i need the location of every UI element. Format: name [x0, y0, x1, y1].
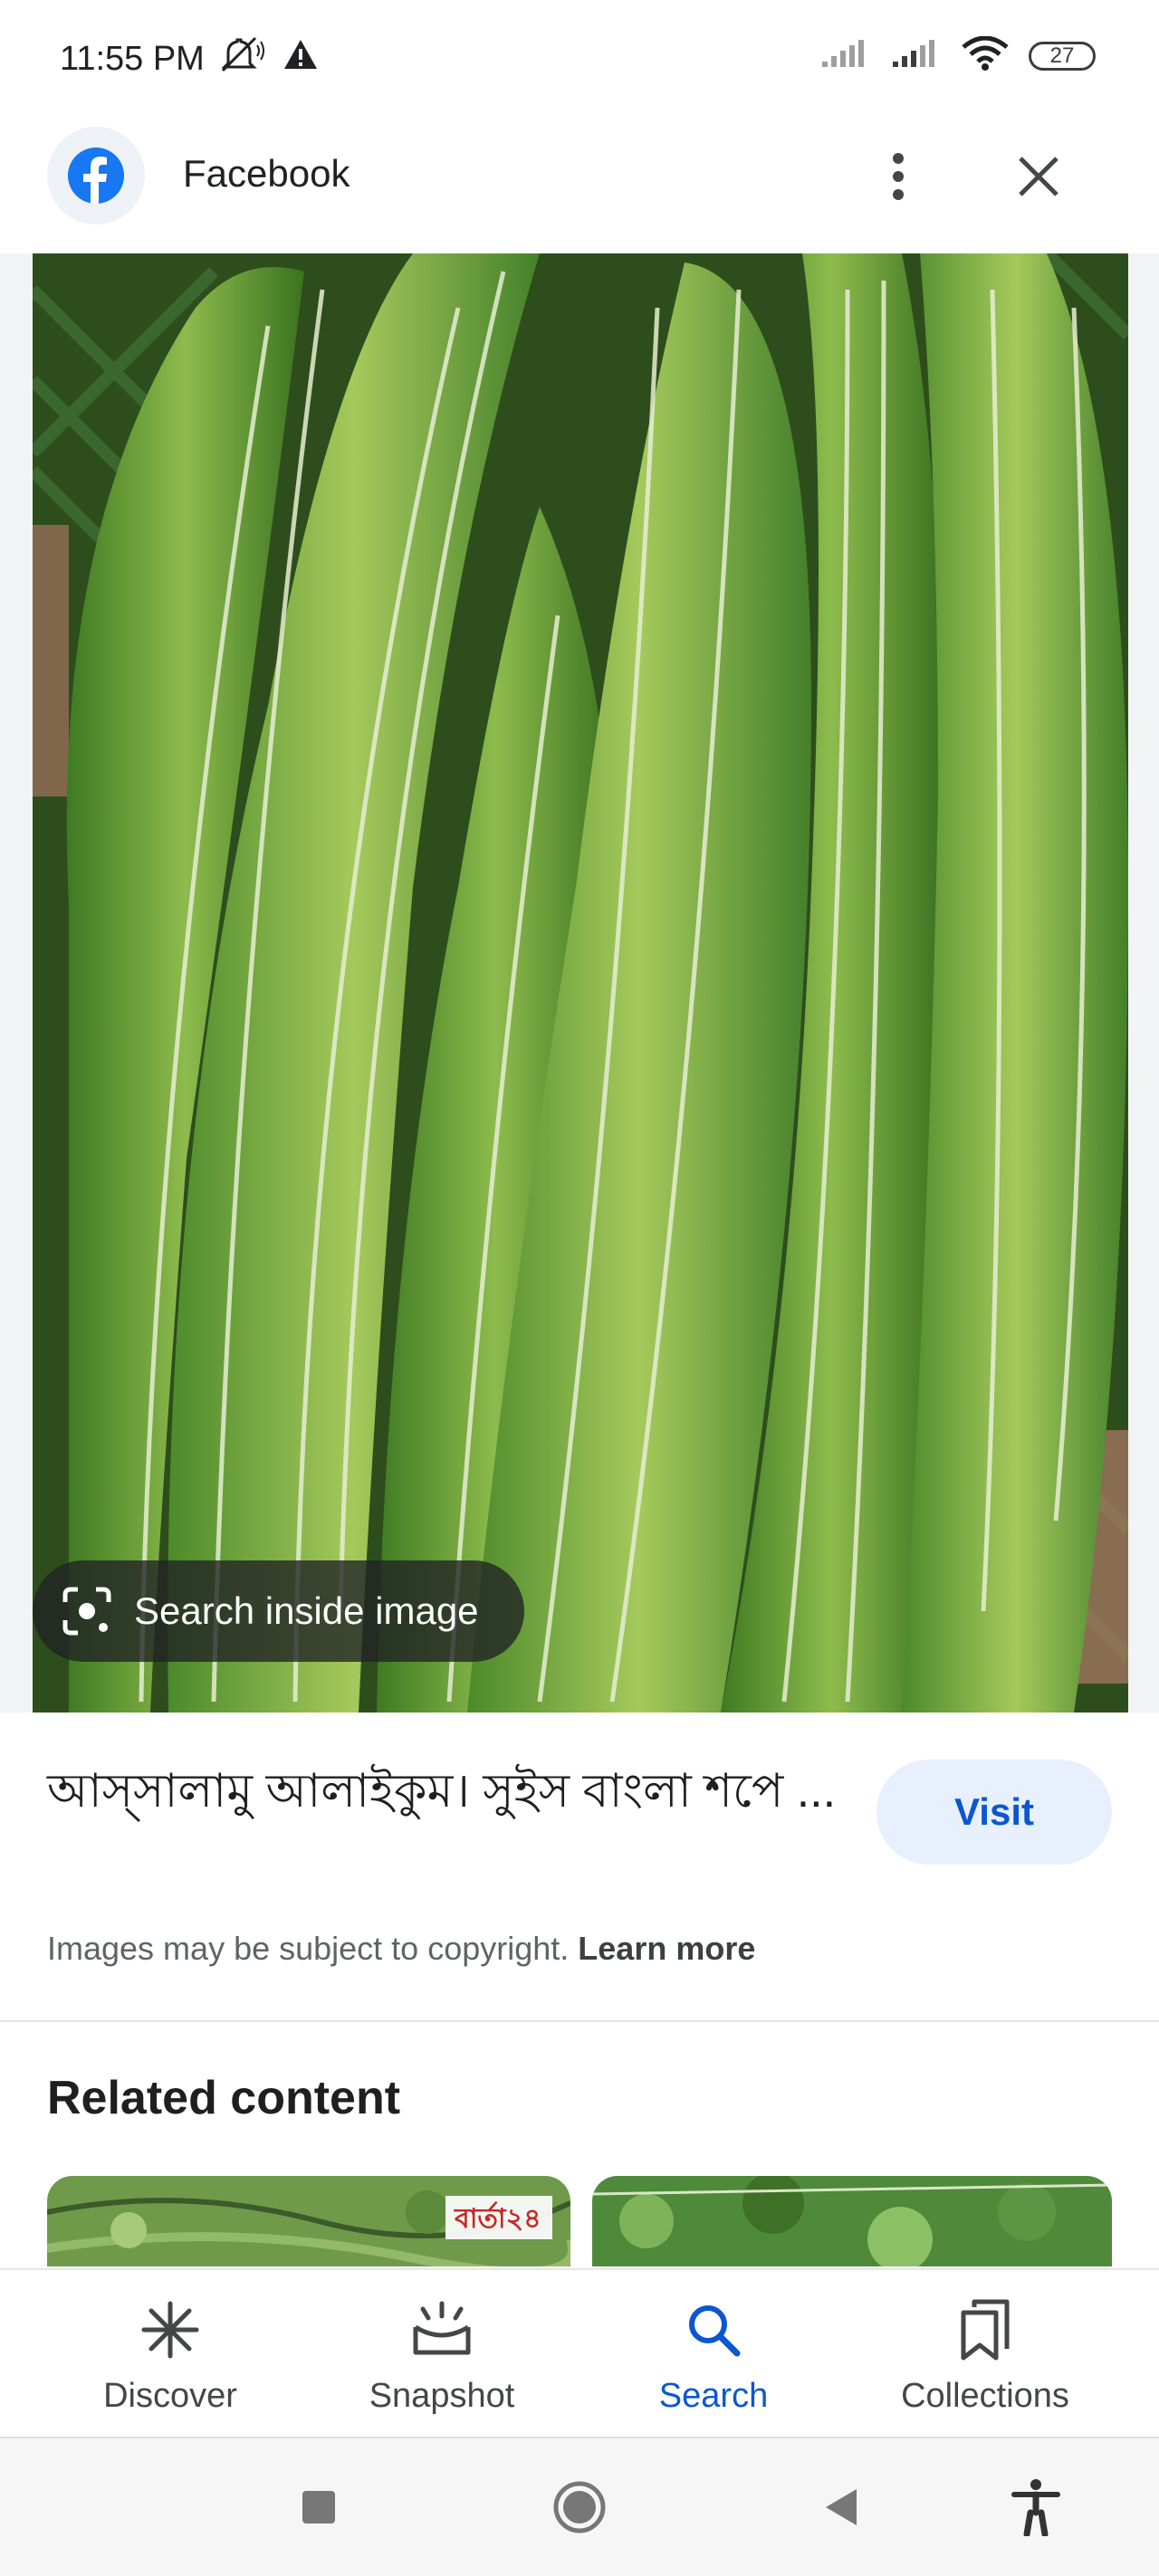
- search-inside-image-button[interactable]: Search inside image: [33, 1560, 524, 1662]
- alert-icon: [283, 38, 319, 75]
- back-button[interactable]: [811, 2478, 869, 2536]
- related-content-heading: Related content: [47, 2072, 401, 2124]
- nav-search-label: Search: [658, 2377, 769, 2415]
- divider: [0, 2020, 1159, 2022]
- back-icon: [826, 2489, 857, 2525]
- lens-icon: [62, 1587, 111, 1636]
- learn-more-link[interactable]: Learn more: [578, 1930, 755, 1967]
- nav-collections[interactable]: Collections: [867, 2295, 1103, 2416]
- search-icon: [677, 2295, 750, 2364]
- more-vert-icon: [893, 153, 904, 200]
- close-button[interactable]: [1007, 145, 1070, 208]
- nav-search[interactable]: Search: [596, 2295, 831, 2416]
- visit-button[interactable]: Visit: [876, 1760, 1112, 1865]
- bookmarks-icon: [949, 2295, 1021, 2364]
- battery-icon: 27: [1029, 41, 1096, 71]
- copyright-text: Images may be subject to copyright.: [47, 1930, 570, 1967]
- signal-icon: [891, 38, 942, 73]
- facebook-logo: [47, 127, 145, 224]
- status-icons-left: [219, 36, 319, 77]
- close-icon: [1019, 157, 1058, 196]
- nav-snapshot[interactable]: Snapshot: [324, 2295, 560, 2416]
- copyright-notice: Images may be subject to copyright. Lear…: [47, 1930, 755, 1968]
- home-button[interactable]: [551, 2478, 608, 2536]
- signal-icon: [820, 38, 871, 73]
- wifi-icon: [962, 35, 1009, 75]
- search-inside-label: Search inside image: [134, 1589, 479, 1632]
- source-title[interactable]: Facebook: [183, 152, 350, 196]
- snapshot-icon: [406, 2295, 478, 2364]
- facebook-icon: [68, 148, 124, 204]
- nav-snapshot-label: Snapshot: [369, 2377, 515, 2415]
- more-options-button[interactable]: [871, 145, 925, 208]
- nav-collections-label: Collections: [901, 2377, 1069, 2415]
- bottom-navigation: Discover Snapshot Search Collections: [0, 2268, 1159, 2437]
- home-icon: [553, 2481, 606, 2533]
- accessibility-button[interactable]: [1007, 2478, 1065, 2536]
- main-image[interactable]: [33, 253, 1128, 1713]
- related-thumbnail[interactable]: বার্তা২৪: [47, 2176, 570, 2266]
- image-viewer: [0, 253, 1159, 1713]
- mute-icon: [219, 36, 266, 77]
- thumbnail-watermark: বার্তা২৪: [454, 2201, 541, 2235]
- status-icons-right: 27: [820, 35, 1096, 75]
- related-thumbnail[interactable]: [592, 2176, 1112, 2266]
- nav-discover-label: Discover: [103, 2377, 237, 2415]
- nav-discover[interactable]: Discover: [53, 2295, 288, 2416]
- system-navigation-bar: [0, 2437, 1159, 2576]
- recents-button[interactable]: [290, 2478, 348, 2536]
- accessibility-icon: [1011, 2479, 1060, 2536]
- status-time: 11:55 PM: [60, 40, 205, 78]
- result-title[interactable]: আস্সালামু আলাইকুম। সুইস বাংলা শপে ...: [47, 1756, 844, 1827]
- recents-icon: [302, 2491, 335, 2524]
- status-bar: 11:55 PM 27: [0, 0, 1159, 127]
- asterisk-icon: [134, 2295, 206, 2364]
